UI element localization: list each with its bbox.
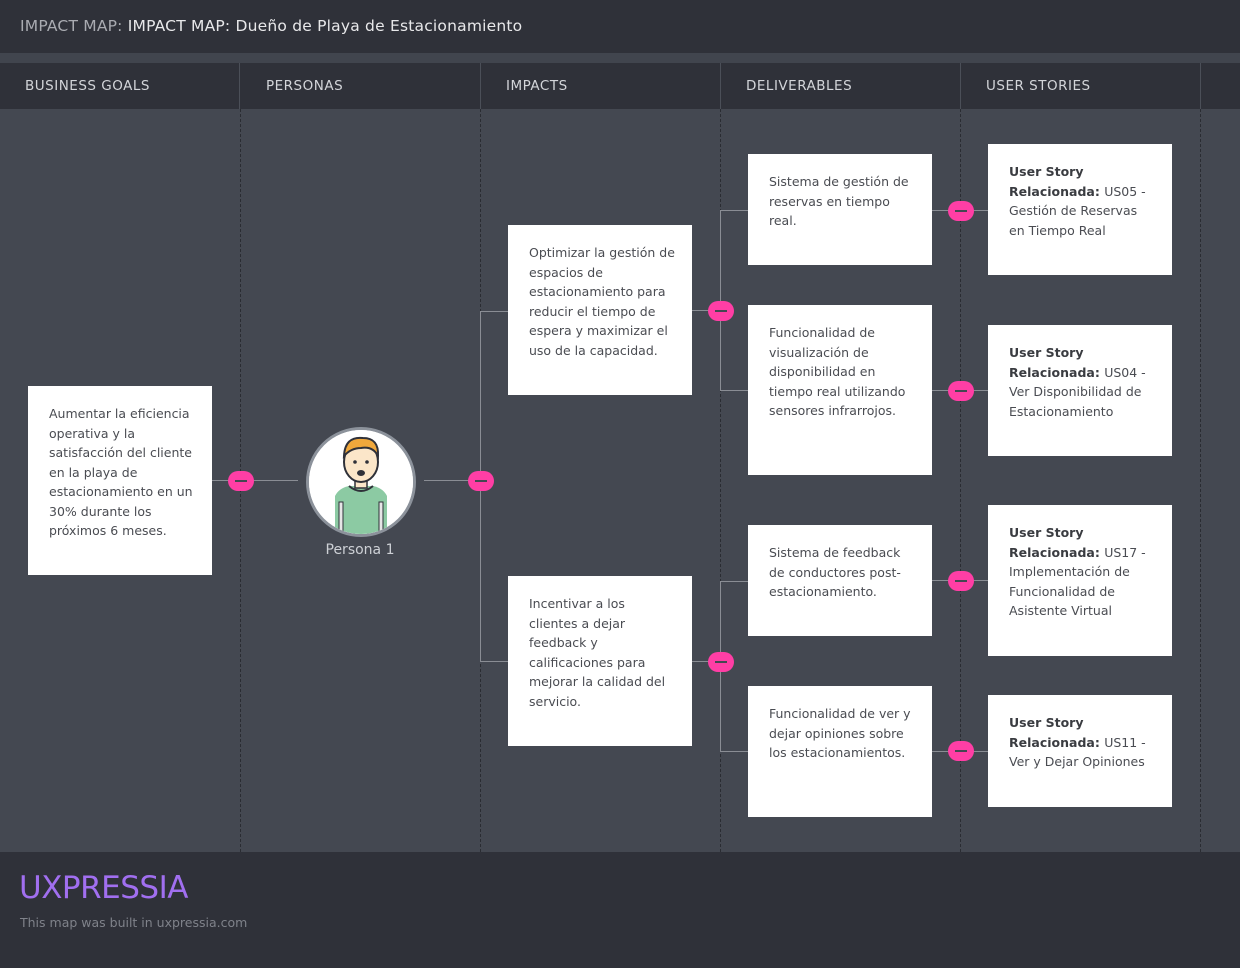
collapse-toggle-icon[interactable] bbox=[948, 201, 974, 221]
collapse-toggle-icon[interactable] bbox=[468, 471, 494, 491]
deliverable-text: Funcionalidad de ver y dejar opiniones s… bbox=[769, 706, 911, 760]
connector-line bbox=[720, 581, 748, 582]
collapse-toggle-icon[interactable] bbox=[228, 471, 254, 491]
deliverable-text: Funcionalidad de visualización de dispon… bbox=[769, 325, 906, 418]
page-title-prefix: IMPACT MAP: bbox=[20, 17, 123, 35]
column-divider bbox=[1200, 109, 1201, 852]
footer-credit: This map was built in uxpressia.com bbox=[20, 915, 248, 930]
column-header-impacts: IMPACTS bbox=[481, 63, 721, 109]
deliverable-text: Sistema de feedback de conductores post-… bbox=[769, 545, 901, 599]
impact-card[interactable]: Optimizar la gestión de espacios de esta… bbox=[508, 225, 692, 395]
user-story-label: User Story Relacionada: bbox=[1009, 525, 1105, 560]
column-header-personas: PERSONAS bbox=[241, 63, 481, 109]
top-bar: IMPACT MAP: IMPACT MAP: Dueño de Playa d… bbox=[0, 0, 1240, 63]
connector-line bbox=[212, 480, 298, 481]
footer: UXPRESSIA This map was built in uxpressi… bbox=[0, 852, 1240, 968]
deliverable-card[interactable]: Sistema de gestión de reservas en tiempo… bbox=[748, 154, 932, 265]
impact-text: Optimizar la gestión de espacios de esta… bbox=[529, 245, 675, 358]
column-header-business-goals: BUSINESS GOALS bbox=[0, 63, 240, 109]
column-header-deliverables: DELIVERABLES bbox=[721, 63, 961, 109]
user-story-card[interactable]: User Story Relacionada: US05 - Gestión d… bbox=[988, 144, 1172, 275]
persona-avatar[interactable] bbox=[306, 427, 416, 537]
page-title-text: IMPACT MAP: Dueño de Playa de Estacionam… bbox=[127, 17, 523, 35]
uxpressia-logo[interactable]: UXPRESSIA bbox=[19, 870, 188, 906]
column-header-user-stories: USER STORIES bbox=[961, 63, 1201, 109]
deliverable-text: Sistema de gestión de reservas en tiempo… bbox=[769, 174, 909, 228]
persona-label: Persona 1 bbox=[325, 542, 395, 558]
collapse-toggle-icon[interactable] bbox=[948, 741, 974, 761]
user-story-card[interactable]: User Story Relacionada: US17 - Implement… bbox=[988, 505, 1172, 656]
impact-text: Incentivar a los clientes a dejar feedba… bbox=[529, 596, 666, 709]
connector-line bbox=[720, 210, 748, 211]
deliverable-card[interactable]: Funcionalidad de visualización de dispon… bbox=[748, 305, 932, 475]
deliverable-card[interactable]: Sistema de feedback de conductores post-… bbox=[748, 525, 932, 636]
deliverable-card[interactable]: Funcionalidad de ver y dejar opiniones s… bbox=[748, 686, 932, 817]
business-goal-text: Aumentar la eficiencia operativa y la sa… bbox=[49, 406, 193, 538]
column-headers: BUSINESS GOALS PERSONAS IMPACTS DELIVERA… bbox=[0, 63, 1240, 110]
connector-line bbox=[480, 661, 508, 662]
collapse-toggle-icon[interactable] bbox=[708, 301, 734, 321]
impact-card[interactable]: Incentivar a los clientes a dejar feedba… bbox=[508, 576, 692, 746]
user-story-card[interactable]: User Story Relacionada: US11 - Ver y Dej… bbox=[988, 695, 1172, 807]
user-story-card[interactable]: User Story Relacionada: US04 - Ver Dispo… bbox=[988, 325, 1172, 456]
connector-line bbox=[720, 390, 748, 391]
connector-line bbox=[720, 751, 748, 752]
user-story-label: User Story Relacionada: bbox=[1009, 345, 1105, 380]
map-canvas: Aumentar la eficiencia operativa y la sa… bbox=[0, 109, 1240, 852]
user-story-label: User Story Relacionada: bbox=[1009, 164, 1105, 199]
collapse-toggle-icon[interactable] bbox=[708, 652, 734, 672]
user-story-label: User Story Relacionada: bbox=[1009, 715, 1105, 750]
page-title: IMPACT MAP: IMPACT MAP: Dueño de Playa d… bbox=[20, 17, 522, 35]
collapse-toggle-icon[interactable] bbox=[948, 381, 974, 401]
collapse-toggle-icon[interactable] bbox=[948, 571, 974, 591]
business-goal-card[interactable]: Aumentar la eficiencia operativa y la sa… bbox=[28, 386, 212, 575]
persona-illustration-icon bbox=[309, 430, 413, 534]
connector-line bbox=[480, 311, 508, 312]
